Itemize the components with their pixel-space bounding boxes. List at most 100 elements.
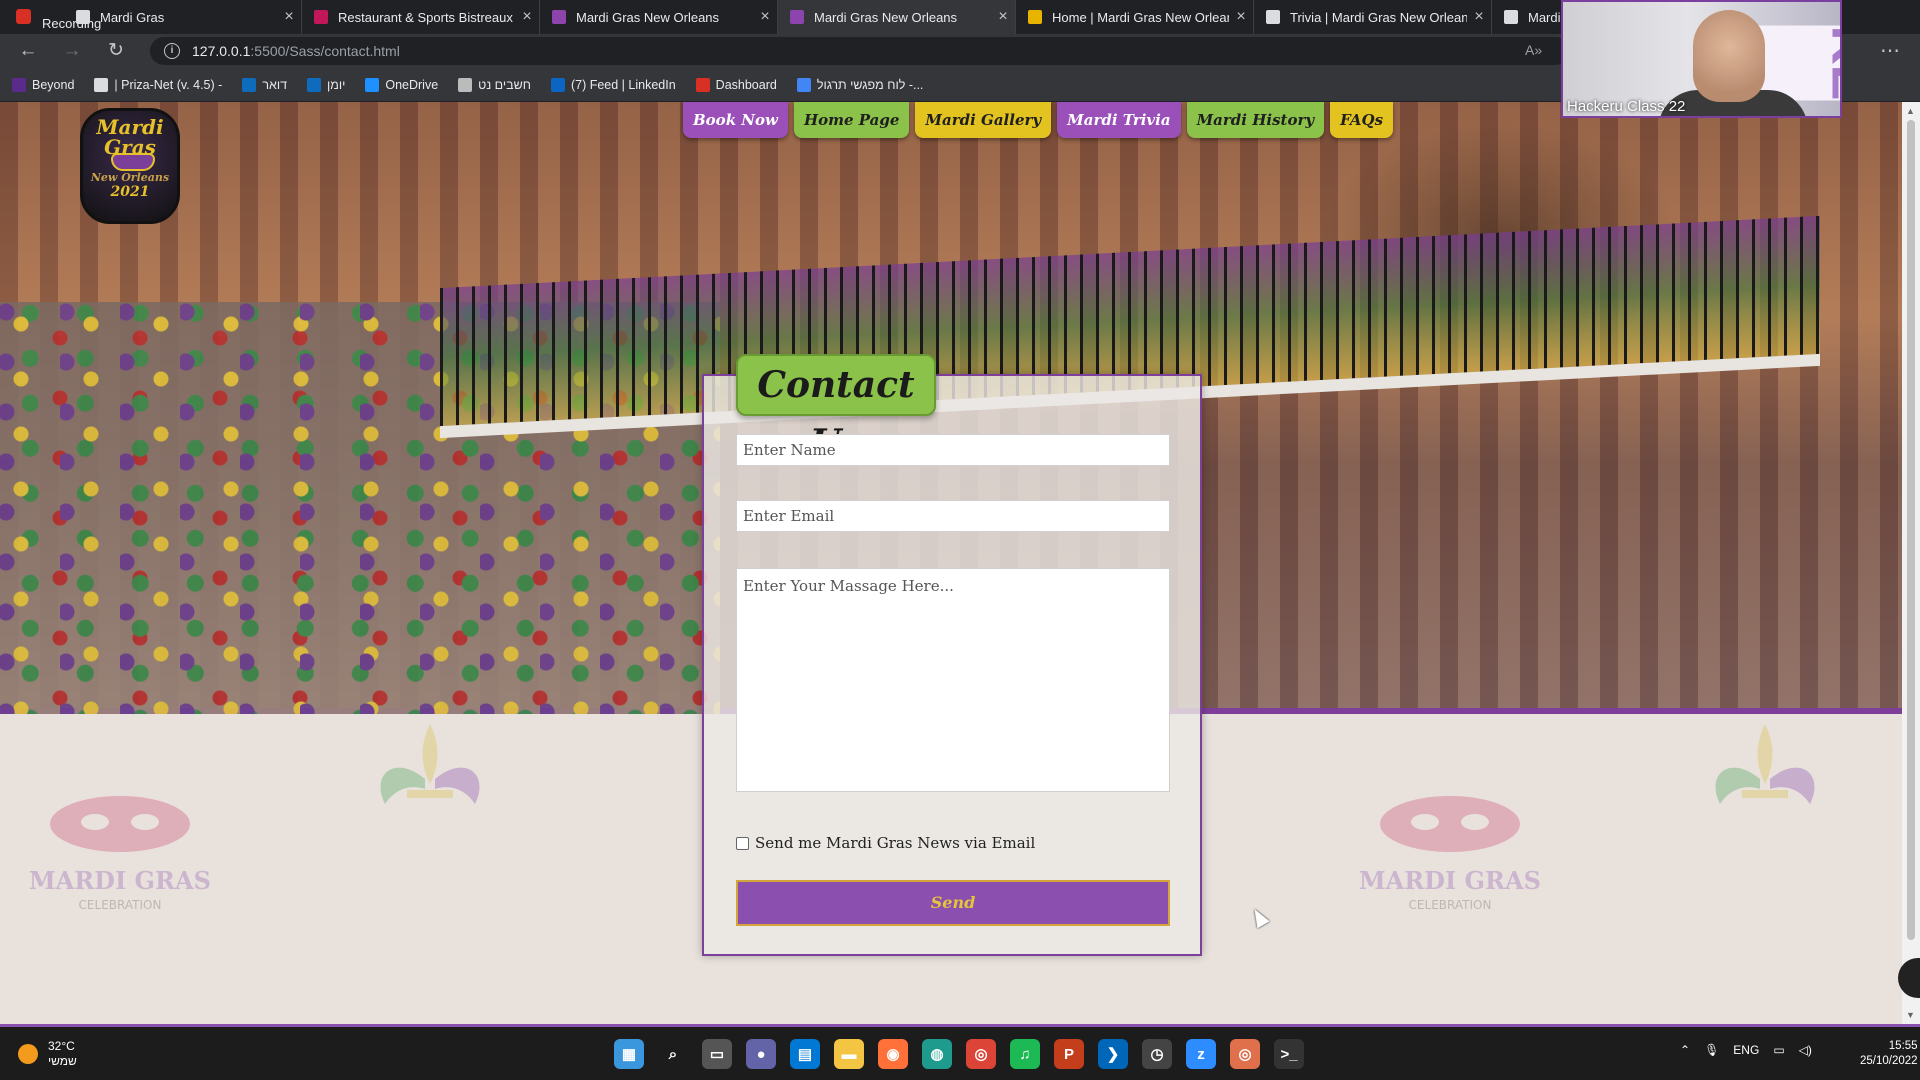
firefox-icon[interactable]: ◉ bbox=[878, 1039, 908, 1069]
file-explorer-icon[interactable]: ▬ bbox=[834, 1039, 864, 1069]
teams-chat-icon[interactable]: ● bbox=[746, 1039, 776, 1069]
bookmark-favicon-icon bbox=[695, 77, 710, 92]
nav-link-book-now[interactable]: Book Now bbox=[683, 102, 788, 138]
close-tab-icon[interactable]: × bbox=[515, 8, 539, 26]
windows-start-icon[interactable]: ▦ bbox=[614, 1039, 644, 1069]
tab-title: Mardi Gras New Orleans bbox=[576, 9, 720, 25]
more-menu-icon[interactable]: ⋯ bbox=[1880, 38, 1900, 63]
browser-tab[interactable]: Restaurant & Sports Bistreaux | \ × bbox=[302, 0, 540, 34]
scroll-down-arrow-icon[interactable]: ▼ bbox=[1906, 1010, 1915, 1020]
email-input[interactable] bbox=[736, 500, 1170, 532]
bookmark-favicon-icon bbox=[550, 77, 565, 92]
bookmark-favicon-icon bbox=[94, 77, 109, 92]
bookmark-item[interactable]: דואר bbox=[242, 77, 288, 92]
nav-link-mardi-history[interactable]: Mardi History bbox=[1186, 102, 1325, 138]
close-tab-icon[interactable]: × bbox=[1467, 8, 1491, 26]
store-icon[interactable]: ▤ bbox=[790, 1039, 820, 1069]
bookmark-item[interactable]: יומן bbox=[307, 77, 345, 92]
browser-tab[interactable]: Mardi Gras New Orleans × bbox=[540, 0, 778, 34]
bookmark-label: Beyond bbox=[32, 77, 75, 92]
bookmark-item[interactable]: | Priza-Net (v. 4.5) - bbox=[94, 77, 222, 92]
nav-link-faqs[interactable]: FAQs bbox=[1330, 102, 1394, 138]
close-tab-icon[interactable]: × bbox=[991, 8, 1015, 26]
spotify-icon[interactable]: ♫ bbox=[1010, 1039, 1040, 1069]
browser-tab[interactable]: Trivia | Mardi Gras New Orleans × bbox=[1254, 0, 1492, 34]
newsletter-option[interactable]: Send me Mardi Gras News via Email bbox=[736, 834, 1035, 852]
terminal-icon[interactable]: >_ bbox=[1274, 1039, 1304, 1069]
clock-time: 15:55 bbox=[1888, 1040, 1918, 1052]
edge-icon[interactable]: ◍ bbox=[922, 1039, 952, 1069]
bookmark-favicon-icon bbox=[458, 77, 473, 92]
page-scrollbar[interactable]: ▲ ▼ bbox=[1902, 102, 1920, 1024]
bookmark-item[interactable]: OneDrive bbox=[365, 77, 438, 92]
bookmark-label: חשבים נט bbox=[478, 77, 531, 92]
site-logo[interactable]: Mardi Gras New Orleans 2021 bbox=[80, 108, 180, 224]
task-view-icon[interactable]: ▭ bbox=[702, 1039, 732, 1069]
tab-title: Trivia | Mardi Gras New Orleans bbox=[1290, 9, 1467, 25]
close-tab-icon[interactable]: × bbox=[753, 8, 777, 26]
webcam-overlay: KER Hackeru Class 22 bbox=[1561, 0, 1842, 118]
zoom-icon[interactable]: z bbox=[1186, 1039, 1216, 1069]
fleur-de-lis-icon bbox=[1715, 724, 1815, 804]
volume-icon[interactable]: ◁) bbox=[1799, 1043, 1812, 1057]
nav-link-mardi-trivia[interactable]: Mardi Trivia bbox=[1057, 102, 1181, 138]
scroll-up-arrow-icon[interactable]: ▲ bbox=[1906, 106, 1915, 116]
record-icon bbox=[16, 9, 31, 24]
browser-tab[interactable]: Mardi Gras New Orleans × bbox=[778, 0, 1016, 34]
mardi-gras-mask-icon: MARDI GRAS CELEBRATION bbox=[29, 796, 211, 912]
bookmark-label: דואר bbox=[262, 77, 288, 92]
fleur-de-lis-icon bbox=[380, 724, 480, 804]
chrome-profile-icon[interactable]: ◎ bbox=[1230, 1039, 1260, 1069]
message-textarea[interactable] bbox=[736, 568, 1170, 792]
microphone-icon[interactable]: 🎙︎ bbox=[1704, 1043, 1719, 1057]
newsletter-checkbox[interactable] bbox=[736, 836, 749, 850]
vscode-icon[interactable]: ❯ bbox=[1098, 1039, 1128, 1069]
close-tab-icon[interactable]: × bbox=[1229, 8, 1253, 26]
system-clock[interactable]: 15:55 25/10/2022 bbox=[1860, 1039, 1918, 1069]
clock-date: 25/10/2022 bbox=[1860, 1055, 1918, 1067]
tab-favicon-icon bbox=[76, 10, 90, 24]
address-bar[interactable]: i 127.0.0.1:5500/Sass/contact.html bbox=[150, 37, 1570, 65]
contact-form: Contact Us Send me Mardi Gras News via E… bbox=[702, 354, 1202, 956]
powerpoint-icon[interactable]: P bbox=[1054, 1039, 1084, 1069]
network-icon[interactable]: ▭ bbox=[1773, 1043, 1784, 1057]
send-button[interactable]: Send bbox=[736, 880, 1170, 926]
bookmark-label: לוח מפגשי תרגול -... bbox=[816, 77, 924, 92]
url-path: :5500/Sass/contact.html bbox=[250, 43, 400, 59]
scrollbar-thumb[interactable] bbox=[1907, 120, 1915, 940]
language-indicator[interactable]: ENG bbox=[1733, 1043, 1759, 1057]
bookmark-item[interactable]: Beyond bbox=[12, 77, 75, 92]
clock-icon[interactable]: ◷ bbox=[1142, 1039, 1172, 1069]
chrome-icon[interactable]: ◎ bbox=[966, 1039, 996, 1069]
nav-link-home-page[interactable]: Home Page bbox=[793, 102, 910, 138]
nav-link-mardi-gallery[interactable]: Mardi Gallery bbox=[915, 102, 1052, 138]
site-info-icon[interactable]: i bbox=[164, 43, 180, 59]
contact-title: Contact Us bbox=[736, 354, 936, 464]
newsletter-label: Send me Mardi Gras News via Email bbox=[755, 834, 1036, 852]
presenter-avatar bbox=[1693, 10, 1765, 102]
deco-subtitle: CELEBRATION bbox=[1409, 898, 1492, 912]
bookmark-favicon-icon bbox=[307, 77, 322, 92]
browser-tab[interactable]: Mardi Gras × bbox=[64, 0, 302, 34]
reload-icon[interactable]: ↻ bbox=[104, 40, 128, 62]
weather-temperature: 32°C bbox=[48, 1039, 75, 1053]
bookmark-item[interactable]: לוח מפגשי תרגול -... bbox=[796, 77, 924, 92]
back-arrow-icon[interactable]: ← bbox=[16, 40, 40, 62]
chevron-up-icon[interactable]: ⌃ bbox=[1680, 1043, 1690, 1057]
bookmark-item[interactable]: Dashboard bbox=[695, 77, 777, 92]
bookmark-favicon-icon bbox=[365, 77, 380, 92]
close-tab-icon[interactable]: × bbox=[277, 8, 301, 26]
browser-tab[interactable]: Home | Mardi Gras New Orleans × bbox=[1016, 0, 1254, 34]
bookmark-item[interactable]: (7) Feed | LinkedIn bbox=[550, 77, 676, 92]
tab-favicon-icon bbox=[314, 10, 328, 24]
name-input[interactable] bbox=[736, 434, 1170, 466]
bookmark-item[interactable]: חשבים נט bbox=[458, 77, 531, 92]
bookmark-favicon-icon bbox=[12, 77, 26, 92]
bookmark-label: (7) Feed | LinkedIn bbox=[570, 77, 676, 92]
forward-arrow-icon[interactable]: → bbox=[60, 40, 84, 62]
read-aloud-icon[interactable]: A» bbox=[1525, 42, 1542, 58]
weather-widget[interactable]: 32°C שמשי bbox=[18, 1039, 77, 1069]
search-icon[interactable]: ⌕ bbox=[658, 1039, 688, 1069]
deco-title: MARDI GRAS bbox=[1359, 866, 1541, 895]
tab-favicon-icon bbox=[552, 10, 566, 24]
